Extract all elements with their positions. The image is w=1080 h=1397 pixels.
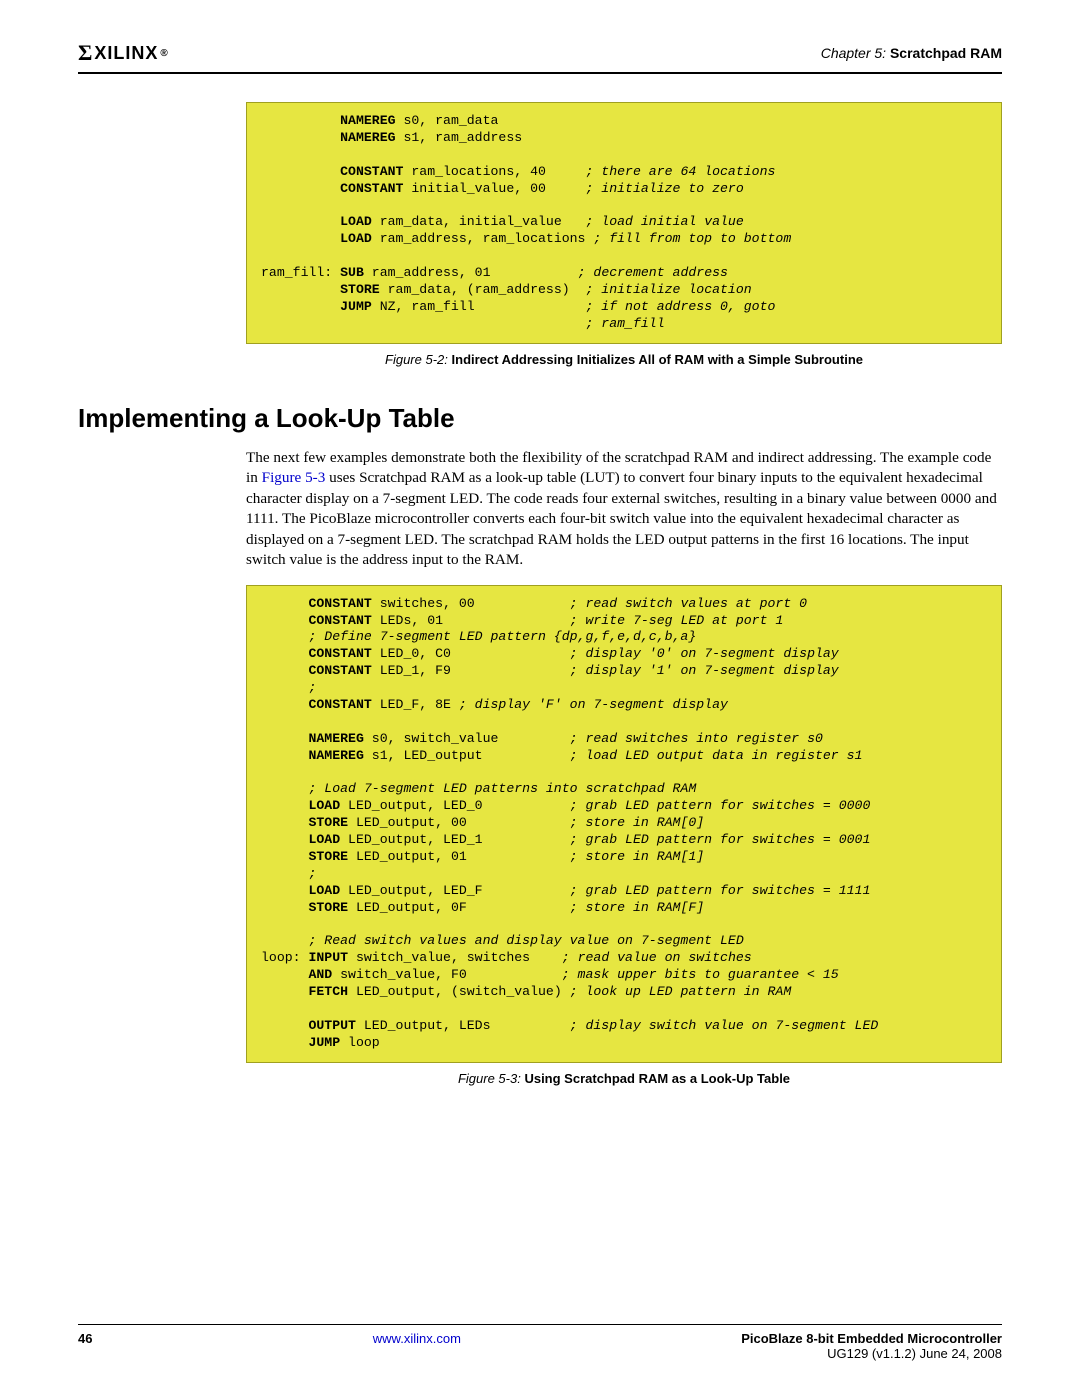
- code-comment: ; decrement address: [578, 265, 728, 280]
- xilinx-logo: Σ XILINX ®: [78, 40, 168, 66]
- code-keyword: INPUT: [308, 950, 348, 965]
- page-footer: 46 www.xilinx.com PicoBlaze 8-bit Embedd…: [78, 1324, 1002, 1361]
- code-keyword: CONSTANT: [308, 697, 371, 712]
- code-comment: ; Define 7-segment LED pattern {dp,g,f,e…: [308, 629, 696, 644]
- code-keyword: LOAD: [308, 798, 340, 813]
- code-comment: ; store in RAM[0]: [570, 815, 705, 830]
- code-keyword: NAMEREG: [340, 113, 395, 128]
- code-keyword: STORE: [308, 900, 348, 915]
- code-keyword: STORE: [340, 282, 380, 297]
- body-paragraph: The next few examples demonstrate both t…: [246, 448, 1002, 571]
- code-comment: ; grab LED pattern for switches = 0000: [570, 798, 871, 813]
- page-number: 46: [78, 1331, 92, 1346]
- chapter-number: Chapter 5:: [821, 45, 886, 61]
- chapter-title: Scratchpad RAM: [890, 45, 1002, 61]
- code-comment: ; initialize to zero: [585, 181, 743, 196]
- code-keyword: STORE: [308, 815, 348, 830]
- code-comment: ; load LED output data in register s1: [570, 748, 863, 763]
- figure-reference-link[interactable]: Figure 5-3: [262, 469, 326, 486]
- code-keyword: JUMP: [340, 299, 372, 314]
- footer-doc-info: PicoBlaze 8-bit Embedded Microcontroller…: [741, 1331, 1002, 1361]
- code-comment: ; if not address 0, goto: [585, 299, 775, 314]
- code-keyword: LOAD: [340, 231, 372, 246]
- code-keyword: LOAD: [308, 883, 340, 898]
- code-keyword: LOAD: [340, 214, 372, 229]
- chapter-label: Chapter 5: Scratchpad RAM: [821, 45, 1002, 61]
- code-keyword: STORE: [308, 849, 348, 864]
- code-comment: ; grab LED pattern for switches = 1111: [570, 883, 871, 898]
- logo-sigma-icon: Σ: [78, 40, 92, 66]
- code-comment: ; read switches into register s0: [570, 731, 823, 746]
- code-label: loop:: [261, 950, 308, 965]
- logo-text: XILINX: [94, 43, 158, 64]
- code-comment: ; display switch value on 7-segment LED: [570, 1018, 879, 1033]
- doc-title: PicoBlaze 8-bit Embedded Microcontroller: [741, 1331, 1002, 1346]
- figure-title: Indirect Addressing Initializes All of R…: [452, 352, 863, 367]
- code-keyword: CONSTANT: [308, 613, 371, 628]
- code-comment: ; load initial value: [585, 214, 743, 229]
- code-comment: ; display 'F' on 7-segment display: [459, 697, 728, 712]
- code-comment: ; grab LED pattern for switches = 0001: [570, 832, 871, 847]
- section-heading: Implementing a Look-Up Table: [78, 403, 1002, 434]
- code-keyword: OUTPUT: [308, 1018, 355, 1033]
- code-comment: ;: [308, 866, 316, 881]
- code-keyword: AND: [308, 967, 332, 982]
- doc-version: UG129 (v1.1.2) June 24, 2008: [741, 1346, 1002, 1361]
- code-comment: ; display '0' on 7-segment display: [570, 646, 839, 661]
- code-keyword: NAMEREG: [340, 130, 395, 145]
- code-comment: ; mask upper bits to guarantee < 15: [562, 967, 839, 982]
- code-listing-1: NAMEREG s0, ram_data NAMEREG s1, ram_add…: [246, 102, 1002, 344]
- footer-url: www.xilinx.com: [92, 1331, 741, 1346]
- code-keyword: SUB: [340, 265, 364, 280]
- code-keyword: CONSTANT: [340, 181, 403, 196]
- code-comment: ; write 7-seg LED at port 1: [570, 613, 784, 628]
- figure-title: Using Scratchpad RAM as a Look-Up Table: [524, 1071, 790, 1086]
- page: Σ XILINX ® Chapter 5: Scratchpad RAM NAM…: [0, 0, 1080, 1397]
- code-keyword: NAMEREG: [308, 731, 363, 746]
- code-comment: ; read value on switches: [562, 950, 752, 965]
- code-comment: ; display '1' on 7-segment display: [570, 663, 839, 678]
- xilinx-url-link[interactable]: www.xilinx.com: [373, 1331, 461, 1346]
- code-comment: ; fill from top to bottom: [593, 231, 791, 246]
- page-header: Σ XILINX ® Chapter 5: Scratchpad RAM: [78, 40, 1002, 74]
- code-keyword: JUMP: [308, 1035, 340, 1050]
- code-comment: ; ram_fill: [585, 316, 664, 331]
- code-comment: ;: [308, 680, 316, 695]
- code-comment: ; store in RAM[F]: [570, 900, 705, 915]
- code-keyword: CONSTANT: [308, 663, 371, 678]
- code-keyword: CONSTANT: [308, 596, 371, 611]
- code-comment: ; Load 7-segment LED patterns into scrat…: [308, 781, 696, 796]
- code-label: ram_fill:: [261, 265, 340, 280]
- code-comment: ; initialize location: [585, 282, 751, 297]
- code-comment: ; read switch values at port 0: [570, 596, 807, 611]
- logo-registered: ®: [160, 48, 167, 59]
- code-comment: ; there are 64 locations: [585, 164, 775, 179]
- code-keyword: CONSTANT: [340, 164, 403, 179]
- figure-label: Figure 5-2:: [385, 352, 448, 367]
- code-keyword: LOAD: [308, 832, 340, 847]
- para-text: uses Scratchpad RAM as a look-up table (…: [246, 469, 997, 568]
- figure-caption-2: Figure 5-3: Using Scratchpad RAM as a Lo…: [246, 1071, 1002, 1086]
- code-comment: ; Read switch values and display value o…: [308, 933, 743, 948]
- figure-label: Figure 5-3:: [458, 1071, 521, 1086]
- code-keyword: FETCH: [308, 984, 348, 999]
- code-listing-2: CONSTANT switches, 00 ; read switch valu…: [246, 585, 1002, 1063]
- code-keyword: NAMEREG: [308, 748, 363, 763]
- code-comment: ; look up LED pattern in RAM: [570, 984, 792, 999]
- code-keyword: CONSTANT: [308, 646, 371, 661]
- figure-caption-1: Figure 5-2: Indirect Addressing Initiali…: [246, 352, 1002, 367]
- code-comment: ; store in RAM[1]: [570, 849, 705, 864]
